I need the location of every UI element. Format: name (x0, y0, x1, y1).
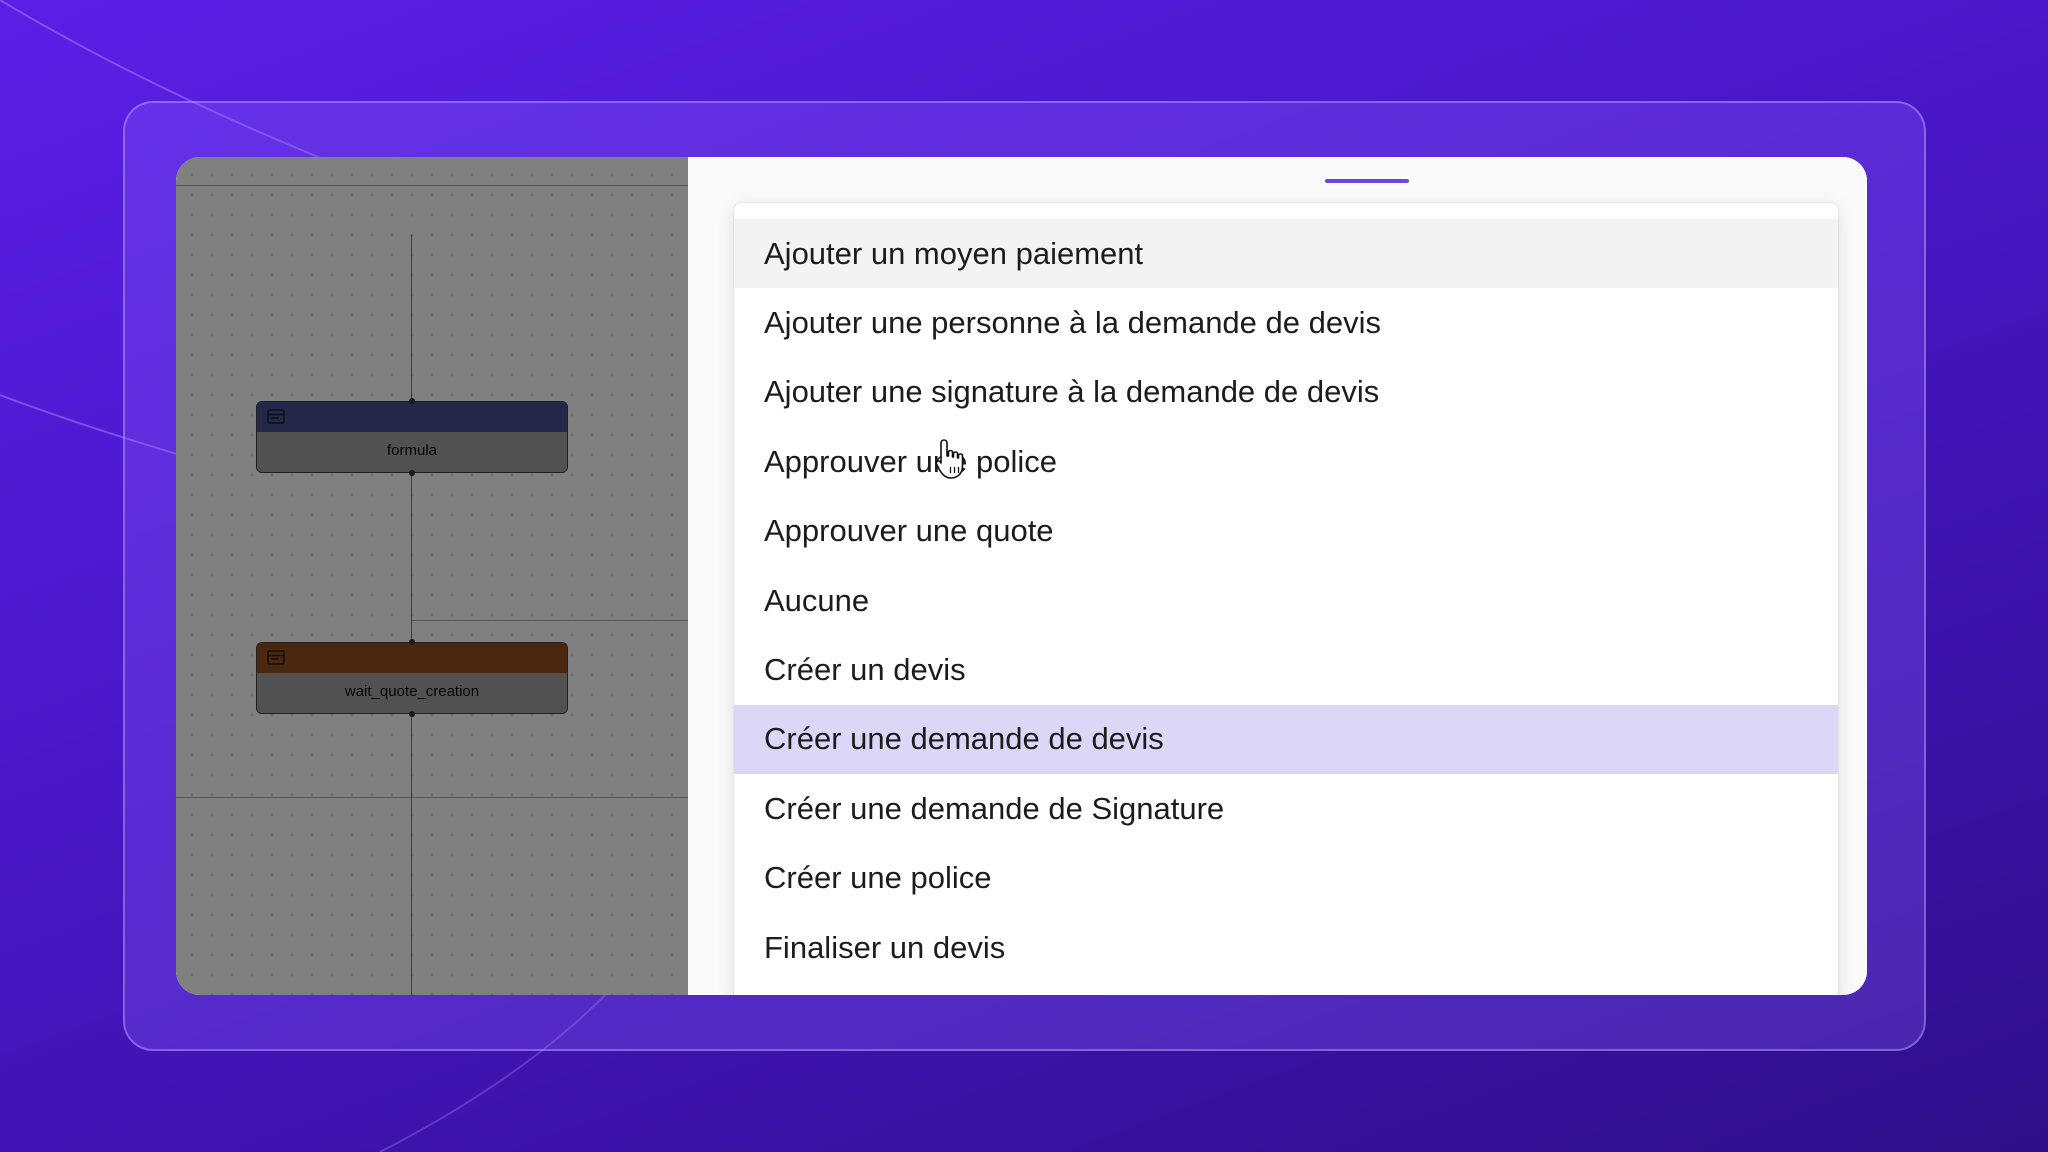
node-output-port[interactable] (409, 470, 415, 476)
node-input-port[interactable] (409, 398, 415, 404)
canvas-overlay (176, 157, 688, 995)
node-input-port[interactable] (409, 639, 415, 645)
dropdown-option[interactable]: Aucune (734, 566, 1838, 635)
node-output-port[interactable] (409, 711, 415, 717)
dropdown-option[interactable]: Ajouter une signature à la demande de de… (734, 358, 1838, 427)
dropdown-option[interactable]: Créer un devis (734, 635, 1838, 704)
drag-handle-indicator[interactable] (1325, 179, 1409, 183)
dropdown-option[interactable]: Créer une demande de Signature (734, 774, 1838, 843)
action-dropdown-menu: Ajouter un moyen paiement Ajouter une pe… (734, 203, 1838, 995)
dropdown-option[interactable]: Finaliser un devis (734, 913, 1838, 982)
dropdown-option[interactable]: Approuver une quote (734, 497, 1838, 566)
hand-pointer-icon (935, 439, 964, 479)
app-window: formula wait_quote_creation Ajouter un m… (176, 157, 1867, 995)
dropdown-option[interactable]: Approuver une police (734, 427, 1838, 496)
side-panel: Ajouter un moyen paiement Ajouter une pe… (688, 157, 1867, 995)
dropdown-option[interactable]: Ajouter une personne à la demande de dev… (734, 288, 1838, 357)
workflow-canvas[interactable]: formula wait_quote_creation (176, 157, 688, 995)
dropdown-option[interactable]: Créer une police (734, 844, 1838, 913)
dropdown-option-selected[interactable]: Créer une demande de devis (734, 704, 1838, 775)
dropdown-option[interactable]: Ajouter un moyen paiement (734, 219, 1838, 289)
